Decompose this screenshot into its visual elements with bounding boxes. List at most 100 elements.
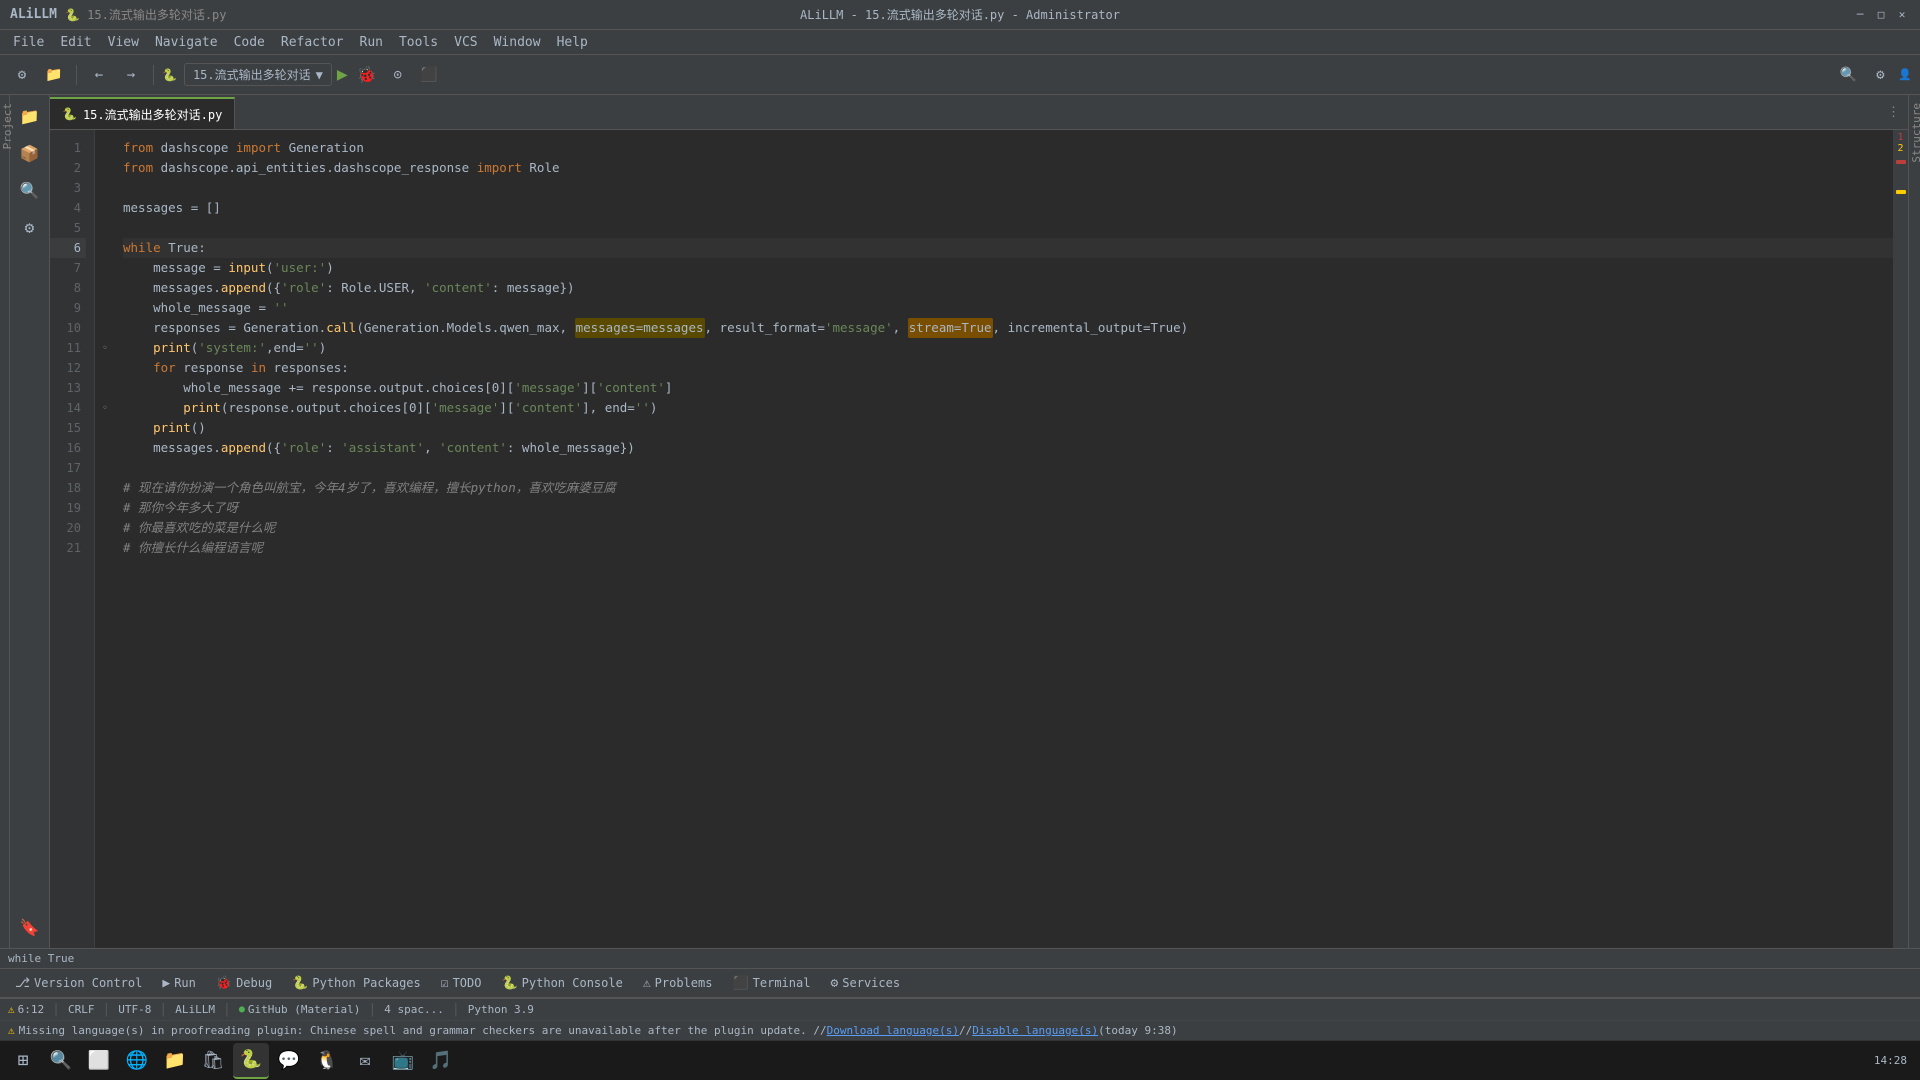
toolbar-back-icon[interactable]: ← (85, 61, 113, 89)
tab-python-packages[interactable]: 🐍 Python Packages (282, 969, 431, 997)
project-label[interactable]: Project (0, 95, 15, 157)
taskbar-pycharm[interactable]: 🐍 (233, 1043, 269, 1079)
tab-run[interactable]: ▶ Run (152, 969, 206, 997)
python-console-icon: 🐍 (501, 976, 517, 991)
run-button[interactable]: ▶ (335, 62, 350, 87)
download-link[interactable]: Download language(s) (827, 1024, 959, 1037)
tab-services[interactable]: ⚙ Services (820, 969, 910, 997)
code-line-9: whole_message = '' (123, 298, 1893, 318)
title-bar: ALiLLM 🐍 15.流式输出多轮对话.py ALiLLM - 15.流式输出… (0, 0, 1920, 30)
menu-tools[interactable]: Tools (391, 33, 446, 52)
tab-services-label: Services (842, 976, 900, 990)
line-num-3: 3 (50, 178, 86, 198)
toolbar: ⚙ 📁 ← → 🐍 15.流式输出多轮对话 ▼ ▶ 🐞 ⊙ ⬛ 🔍 ⚙ 👤 (0, 55, 1920, 95)
tab-todo-label: TODO (453, 976, 482, 990)
message-time: (today 9:38) (1098, 1024, 1177, 1037)
bottom-tabs: ⎇ Version Control ▶ Run 🐞 Debug 🐍 Python… (0, 968, 1920, 998)
tab-todo[interactable]: ☑ TODO (431, 969, 492, 997)
gutter-14: ◦ (95, 398, 115, 418)
tab-problems[interactable]: ⚠ Problems (633, 969, 723, 997)
search-button[interactable]: 🔍 (1834, 61, 1862, 89)
coverage-button[interactable]: ⊙ (384, 61, 412, 89)
structure-label[interactable]: Structure (1909, 95, 1920, 171)
structure-panel[interactable]: Structure (1908, 95, 1920, 948)
toolbar-left: ⚙ 📁 ← → (8, 61, 158, 89)
menu-run[interactable]: Run (352, 33, 391, 52)
taskbar-search[interactable]: 🔍 (43, 1043, 79, 1079)
warning-count: 2 (1897, 143, 1903, 154)
line-num-7: 7 (50, 258, 86, 278)
error-stripe: 1 2 (1893, 130, 1908, 948)
taskbar-explorer[interactable]: 📁 (157, 1043, 193, 1079)
minimize-button[interactable]: ─ (1852, 7, 1868, 23)
line-num-4: 4 (50, 198, 86, 218)
menu-refactor[interactable]: Refactor (273, 33, 352, 52)
tab-more-button[interactable]: ⋮ (1879, 105, 1908, 120)
project-panel[interactable]: Project (0, 95, 10, 948)
gutter-1 (95, 138, 115, 158)
gutter-10 (95, 318, 115, 338)
toolbar-forward-icon[interactable]: → (117, 61, 145, 89)
toolbar-settings-icon[interactable]: ⚙ (8, 61, 36, 89)
taskbar-store[interactable]: 🛍 (195, 1043, 231, 1079)
menu-window[interactable]: Window (486, 33, 549, 52)
run-icon: ▶ (162, 976, 170, 991)
taskbar-right: 14:28 (1866, 1054, 1915, 1067)
menu-help[interactable]: Help (549, 33, 596, 52)
terminal-icon: ⬛ (732, 976, 748, 991)
close-button[interactable]: ✕ (1894, 7, 1910, 23)
menu-code[interactable]: Code (226, 33, 273, 52)
line-num-17: 17 (50, 458, 86, 478)
taskbar-qq[interactable]: 🐧 (309, 1043, 345, 1079)
tab-version-control[interactable]: ⎇ Version Control (5, 969, 152, 997)
sidebar-icon-1[interactable]: 📁 (14, 100, 46, 132)
taskbar-mail[interactable]: ✉ (347, 1043, 383, 1079)
taskbar-edge[interactable]: 🌐 (119, 1043, 155, 1079)
restore-button[interactable]: □ (1873, 7, 1889, 23)
tab-python-packages-label: Python Packages (312, 976, 420, 990)
sidebar-icon-2[interactable]: 📦 (14, 137, 46, 169)
sidebar-icon-3[interactable]: 🔍 (14, 174, 46, 206)
taskbar-wechat[interactable]: 💬 (271, 1043, 307, 1079)
code-line-12: for response in responses: (123, 358, 1893, 378)
taskbar-start[interactable]: ⊞ (5, 1043, 41, 1079)
menu-navigate[interactable]: Navigate (147, 33, 226, 52)
menu-edit[interactable]: Edit (52, 33, 99, 52)
line-num-15: 15 (50, 418, 86, 438)
gutter-2 (95, 158, 115, 178)
taskbar-task-view[interactable]: ⬜ (81, 1043, 117, 1079)
debug-button[interactable]: 🐞 (353, 61, 381, 89)
tab-debug-label: Debug (236, 976, 272, 990)
gutter-5 (95, 218, 115, 238)
gutter-icons: ◦ ◦ (95, 130, 115, 948)
disable-link[interactable]: Disable language(s) (972, 1024, 1098, 1037)
stop-button[interactable]: ⬛ (415, 61, 443, 89)
warning-indicator-1 (1896, 190, 1906, 194)
todo-icon: ☑ (441, 976, 449, 991)
tab-python-console[interactable]: 🐍 Python Console (491, 969, 632, 997)
bookmarks-icon[interactable]: 🔖 (14, 911, 46, 943)
code-content[interactable]: from dashscope import Generation from da… (115, 130, 1893, 948)
menu-vcs[interactable]: VCS (446, 33, 485, 52)
gutter-15 (95, 418, 115, 438)
tab-problems-label: Problems (655, 976, 713, 990)
message-bar: ⚠ Missing language(s) in proofreading pl… (0, 1020, 1920, 1040)
taskbar-app[interactable]: 📺 (385, 1043, 421, 1079)
tab-terminal[interactable]: ⬛ Terminal (722, 969, 820, 997)
menu-file[interactable]: File (5, 33, 52, 52)
gutter-9 (95, 298, 115, 318)
tab-debug[interactable]: 🐞 Debug (206, 969, 282, 997)
taskbar-app2[interactable]: 🎵 (423, 1043, 459, 1079)
toolbar-folder-icon[interactable]: 📁 (40, 61, 68, 89)
menu-view[interactable]: View (100, 33, 147, 52)
run-config-name: 15.流式输出多轮对话 (193, 66, 311, 83)
taskbar-time: 14:28 (1874, 1054, 1907, 1067)
line-num-11: 11 (50, 338, 86, 358)
menu-bar: File Edit View Navigate Code Refactor Ru… (0, 30, 1920, 55)
editor-tab-main[interactable]: 🐍 15.流式输出多轮对话.py (50, 97, 235, 129)
settings-button[interactable]: ⚙ (1866, 61, 1894, 89)
file-breadcrumb: 🐍 15.流式输出多轮对话.py (65, 6, 227, 23)
gutter-3 (95, 178, 115, 198)
run-config-selector[interactable]: 15.流式输出多轮对话 ▼ (184, 63, 332, 86)
sidebar-icon-4[interactable]: ⚙ (14, 211, 46, 243)
